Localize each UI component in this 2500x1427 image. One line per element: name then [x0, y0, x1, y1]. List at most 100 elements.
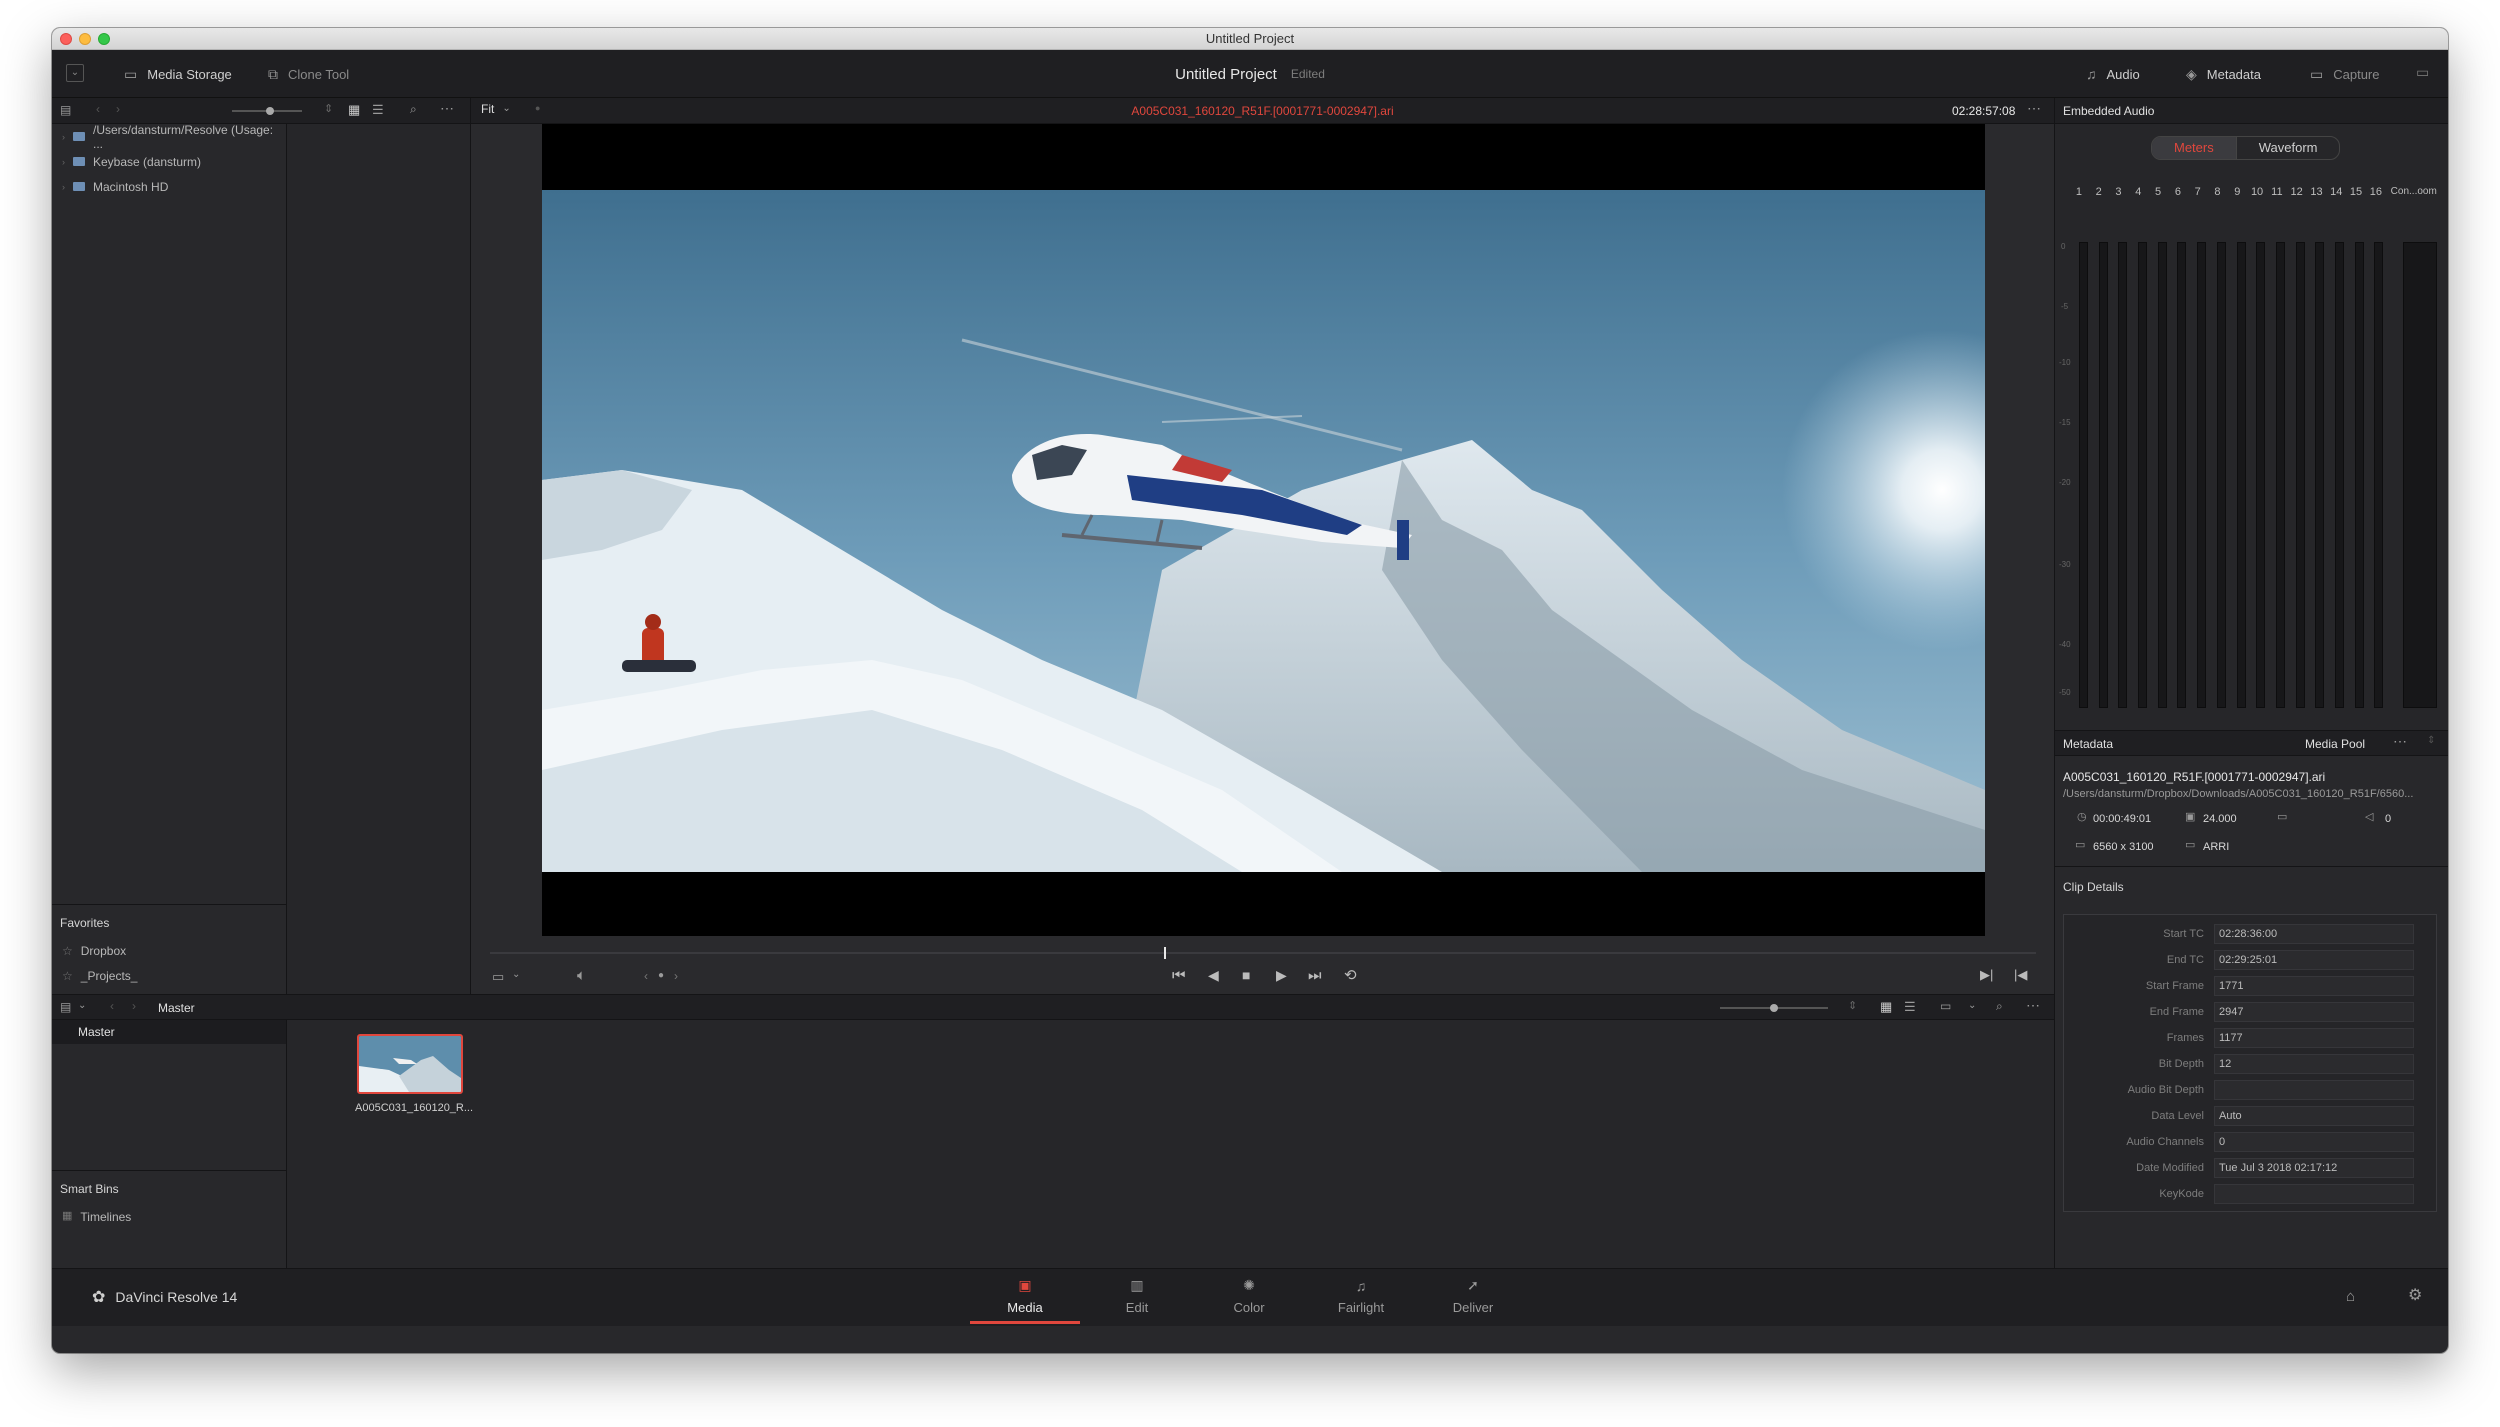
sidebar-toggle-icon[interactable]: ▤: [60, 104, 71, 116]
bin-item-master[interactable]: Master: [52, 1020, 286, 1044]
detail-value[interactable]: 0: [2214, 1132, 2414, 1152]
forward-arrow-icon[interactable]: ›: [116, 103, 120, 115]
viewer-more-icon[interactable]: ⋯: [2027, 101, 2041, 115]
page-tab-deliver[interactable]: ➚ Deliver: [1418, 1269, 1528, 1323]
capture-button[interactable]: ▭ Capture: [2310, 50, 2379, 98]
go-to-end-icon[interactable]: ⏭︎: [1308, 968, 1322, 983]
playhead[interactable]: [1164, 947, 1166, 959]
detail-value[interactable]: 12: [2214, 1054, 2414, 1074]
bin-list-toggle-icon[interactable]: ▤: [60, 1001, 71, 1013]
sort-icon[interactable]: ⇕: [1848, 1001, 1857, 1012]
location-item-keybase[interactable]: › Keybase (dansturm): [52, 149, 286, 174]
detail-value[interactable]: [2214, 1184, 2414, 1204]
metadata-sort-icon[interactable]: ⇕: [2427, 736, 2435, 746]
thumbnail-size-slider[interactable]: [232, 107, 302, 115]
loop-icon[interactable]: ⟲: [1344, 968, 1357, 983]
play-icon[interactable]: ▶︎: [1276, 968, 1287, 982]
mark-in-icon[interactable]: ▶︎|: [1980, 968, 1993, 981]
volume-icon[interactable]: 🔈︎: [577, 968, 586, 983]
gear-icon[interactable]: ⚙︎: [2408, 1288, 2422, 1304]
grid-view-icon[interactable]: ▦: [348, 103, 360, 116]
scale-tick: -15: [2059, 418, 2071, 427]
detail-value[interactable]: 02:29:25:01: [2214, 950, 2414, 970]
zoom-window-button[interactable]: [98, 33, 110, 45]
page-tab-fairlight[interactable]: ♫ Fairlight: [1306, 1269, 1416, 1323]
viewer-timecode[interactable]: 02:28:57:08: [1952, 104, 2015, 118]
disclosure-icon[interactable]: ›: [62, 132, 65, 142]
sort-icon[interactable]: ⇕: [324, 104, 333, 115]
tab-waveform[interactable]: Waveform: [2235, 137, 2340, 159]
detail-value[interactable]: [2214, 1080, 2414, 1100]
list-view-icon[interactable]: ☰: [1904, 1000, 1916, 1013]
jog-right-icon[interactable]: ›: [674, 970, 678, 982]
audio-meter-channel: [2275, 242, 2285, 708]
channel-label: 11: [2271, 186, 2283, 198]
bin-list-panel: Master Smart Bins ▦ Timelines: [52, 1020, 286, 1268]
home-icon[interactable]: ⌂: [2346, 1289, 2355, 1304]
tab-meters[interactable]: Meters: [2152, 137, 2236, 159]
play-reverse-icon[interactable]: ◀︎: [1208, 968, 1219, 982]
back-arrow-icon[interactable]: ‹: [96, 103, 100, 115]
mark-out-icon[interactable]: |◀︎: [2014, 968, 2027, 981]
close-window-button[interactable]: [60, 33, 72, 45]
chevron-down-icon[interactable]: ⌄: [78, 1001, 86, 1011]
favorite-item-dropbox[interactable]: ☆ Dropbox: [52, 938, 126, 963]
star-icon: ☆: [62, 968, 73, 983]
forward-arrow-icon[interactable]: ›: [132, 1000, 136, 1012]
detail-label: Frames: [2166, 1032, 2204, 1044]
app-name: DaVinci Resolve 14: [115, 1289, 238, 1305]
more-options-icon[interactable]: ⋯: [2026, 998, 2040, 1012]
page-tab-media[interactable]: ▣ Media: [970, 1269, 1080, 1324]
media-pool-dropdown[interactable]: Media Pool: [2305, 737, 2365, 751]
location-item-resolve[interactable]: › /Users/dansturm/Resolve (Usage: ...: [52, 123, 286, 151]
page-tab-edit[interactable]: ▥ Edit: [1082, 1269, 1192, 1323]
jog-wheel-icon[interactable]: ●: [658, 971, 664, 981]
favorite-item-projects[interactable]: ☆ _Projects_: [52, 963, 137, 988]
detail-value[interactable]: 1771: [2214, 976, 2414, 996]
audio-meter-channel: [2374, 242, 2384, 708]
scale-tick: -5: [2061, 302, 2069, 311]
search-icon[interactable]: ⌕: [410, 103, 417, 115]
detail-value[interactable]: Auto: [2214, 1106, 2414, 1126]
smart-bins-title: Smart Bins: [60, 1182, 119, 1196]
metadata-panel-button[interactable]: ◈ Metadata: [2186, 50, 2261, 98]
clip-thumbnail[interactable]: [357, 1034, 463, 1094]
search-icon[interactable]: ⌕: [1996, 1000, 2003, 1012]
slider-knob[interactable]: [1770, 1004, 1778, 1012]
location-item-macintosh-hd[interactable]: › Macintosh HD: [52, 174, 286, 199]
more-options-icon[interactable]: ⋯: [440, 101, 454, 115]
slider-knob[interactable]: [266, 107, 274, 115]
viewer-header: Fit ⌄ ● A005C031_160120_R51F.[0001771-00…: [471, 98, 2054, 124]
back-arrow-icon[interactable]: ‹: [110, 1000, 114, 1012]
clone-tool-button[interactable]: ⧉ Clone Tool: [268, 50, 349, 98]
chevron-down-icon[interactable]: ⌄: [512, 970, 520, 980]
viewer-frame[interactable]: [542, 124, 1985, 936]
list-view-icon[interactable]: ☰: [372, 103, 384, 116]
detail-value[interactable]: Tue Jul 3 2018 02:17:12: [2214, 1158, 2414, 1178]
detail-value[interactable]: 02:28:36:00: [2214, 924, 2414, 944]
viewer-mode-icon[interactable]: ▭: [492, 970, 504, 983]
disclosure-icon[interactable]: ›: [62, 182, 65, 192]
detail-row-audio-bit-depth: Audio Bit Depth: [2064, 1077, 2436, 1103]
channel-label: 1: [2075, 186, 2082, 198]
minimize-window-button[interactable]: [79, 33, 91, 45]
detail-value[interactable]: 2947: [2214, 1002, 2414, 1022]
go-to-start-icon[interactable]: ⏮︎: [1172, 968, 1186, 983]
fullscreen-icon[interactable]: ▭: [2416, 64, 2429, 81]
speaker-icon: ◁: [2365, 811, 2374, 823]
metadata-more-icon[interactable]: ⋯: [2393, 734, 2407, 748]
pool-thumbnail-slider[interactable]: [1720, 1004, 1828, 1012]
smart-bin-item-timelines[interactable]: ▦ Timelines: [52, 1204, 131, 1229]
chevron-down-icon[interactable]: ⌄: [1968, 1001, 1976, 1011]
stop-icon[interactable]: ■: [1242, 968, 1250, 982]
scrubber-track[interactable]: [490, 947, 2036, 959]
disclosure-icon[interactable]: ›: [62, 157, 65, 167]
panel-toggle-icon[interactable]: ⌄: [66, 64, 84, 82]
jog-left-icon[interactable]: ‹: [644, 970, 648, 982]
metadata-view-icon[interactable]: ▭: [1940, 1000, 1951, 1012]
media-storage-button[interactable]: ▭ Media Storage: [124, 50, 232, 98]
grid-view-icon[interactable]: ▦: [1880, 1000, 1892, 1013]
detail-value[interactable]: 1177: [2214, 1028, 2414, 1048]
audio-panel-button[interactable]: ♫ Audio: [2086, 50, 2140, 98]
page-tab-color[interactable]: ✺ Color: [1194, 1269, 1304, 1323]
